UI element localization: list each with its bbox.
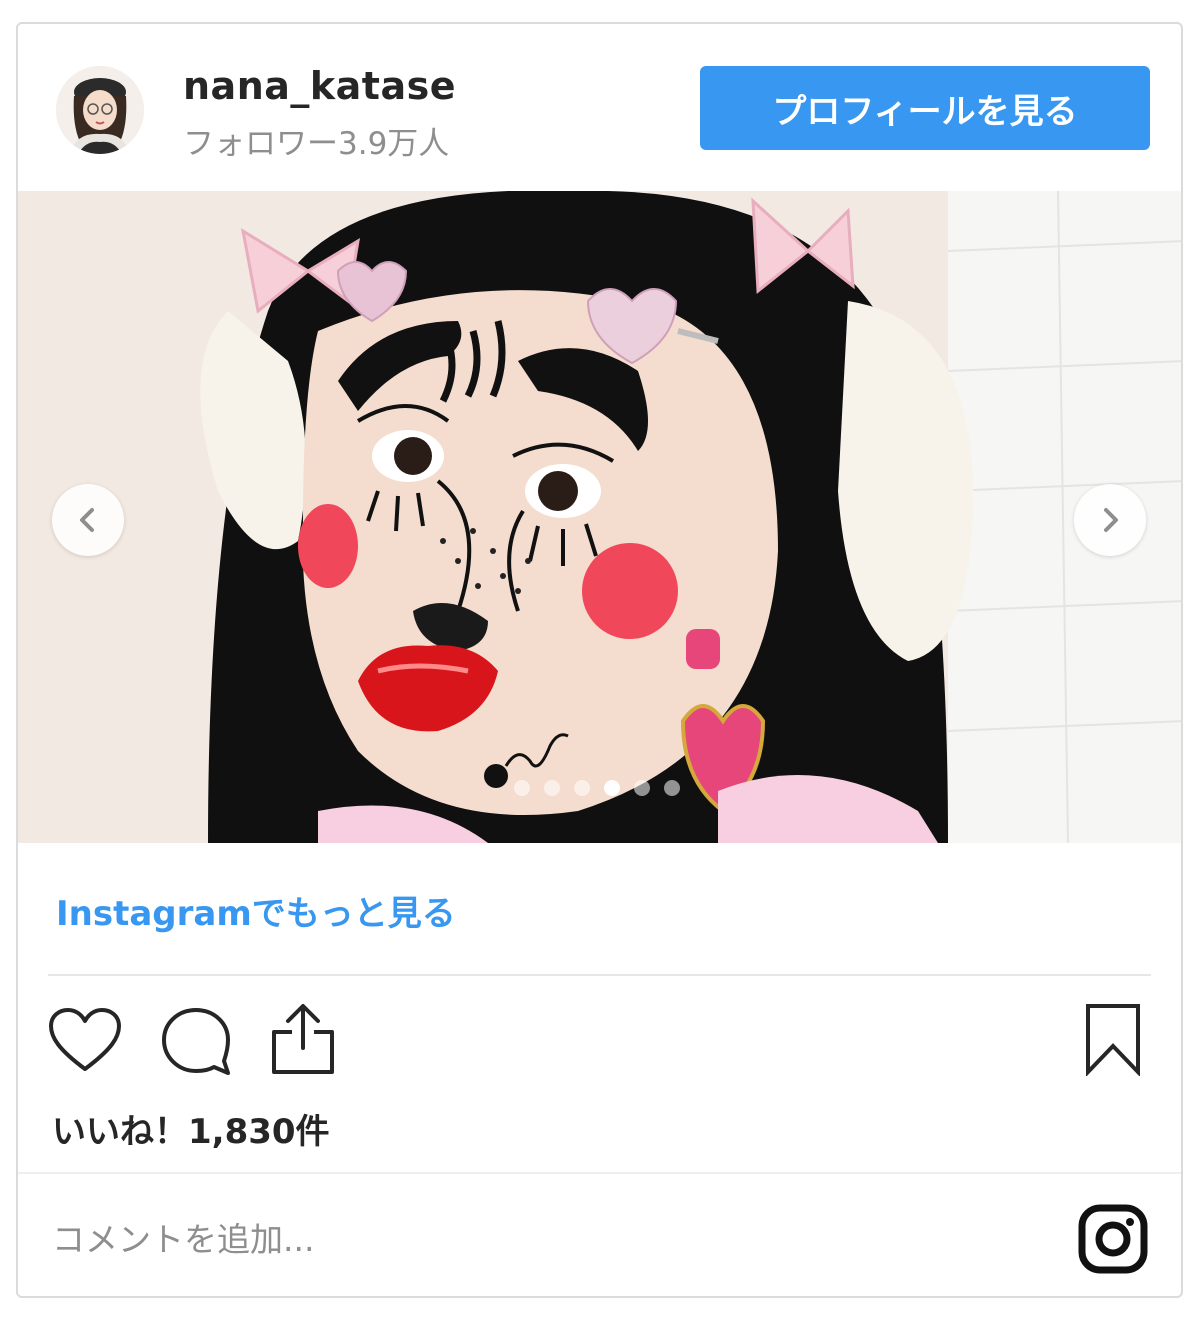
carousel-dot (664, 780, 680, 796)
carousel-dot (514, 780, 530, 796)
divider (48, 974, 1151, 976)
post-photo[interactable] (18, 191, 1181, 843)
comment-icon (162, 1008, 230, 1075)
chevron-left-icon (80, 508, 94, 532)
chevron-right-icon (1104, 508, 1118, 532)
comment-input[interactable] (52, 1204, 1012, 1274)
save-button[interactable] (1084, 1002, 1142, 1080)
share-icon (272, 1004, 334, 1074)
comment-button[interactable] (160, 1007, 232, 1079)
like-count: いいね！1,830件 (52, 1112, 330, 1152)
follower-count: フォロワー3.9万人 (183, 126, 450, 162)
carousel-dot (574, 780, 590, 796)
post-header: nana_katase フォロワー3.9万人 プロフィールを見る (18, 24, 1181, 191)
more-on-instagram-link[interactable]: Instagramでもっと見る (56, 886, 456, 935)
instagram-logo-link[interactable] (1078, 1204, 1148, 1278)
divider (18, 1172, 1181, 1174)
instagram-embed-card: nana_katase フォロワー3.9万人 プロフィールを見る Instagr… (16, 22, 1183, 1298)
carousel-dot (544, 780, 560, 796)
view-profile-button[interactable]: プロフィールを見る (700, 66, 1150, 150)
carousel-indicator (514, 780, 680, 796)
instagram-logo-icon (1078, 1204, 1148, 1274)
previous-slide-button[interactable] (52, 484, 124, 556)
avatar[interactable] (56, 66, 144, 154)
username[interactable]: nana_katase (183, 64, 456, 108)
share-button[interactable] (270, 1002, 336, 1080)
like-button[interactable] (48, 1007, 122, 1077)
heart-icon (49, 1008, 121, 1071)
carousel-dot (634, 780, 650, 796)
post-image (18, 191, 1181, 843)
carousel-dot (604, 780, 620, 796)
bookmark-icon (1086, 1004, 1140, 1077)
next-slide-button[interactable] (1074, 484, 1146, 556)
